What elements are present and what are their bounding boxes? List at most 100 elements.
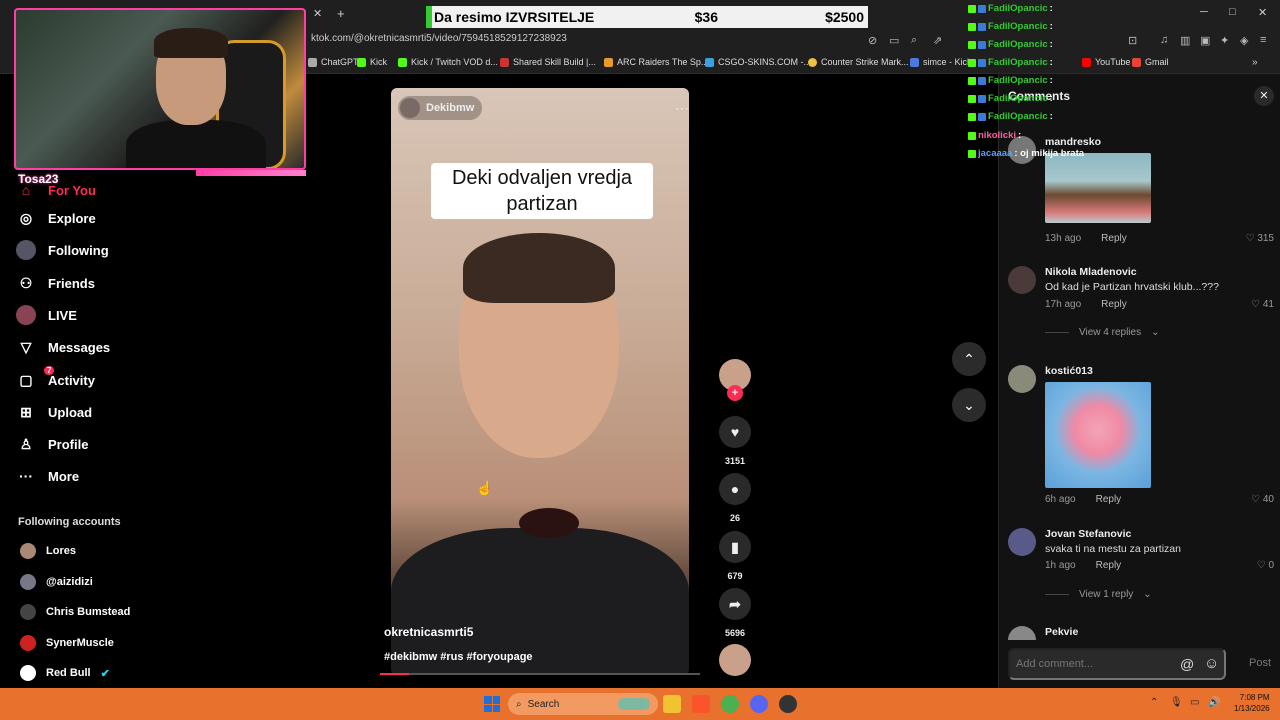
sidebar-item-more[interactable]: ··· More bbox=[16, 466, 79, 486]
bookmark-chatgpt[interactable]: ChatGPT bbox=[308, 57, 359, 67]
like-button[interactable]: ♥ 3151 bbox=[719, 416, 751, 466]
comment-time: 1h ago bbox=[1045, 560, 1076, 571]
sidebar-item-upload[interactable]: ⊞ Upload bbox=[16, 402, 92, 422]
previous-video-button[interactable]: ⌃ bbox=[952, 342, 986, 376]
ai-icon[interactable]: ✦ bbox=[1220, 34, 1229, 47]
reply-button[interactable]: Reply bbox=[1096, 494, 1122, 505]
share-button[interactable]: ➦ 5696 bbox=[719, 588, 751, 638]
show-hidden-icons[interactable]: ⌃ bbox=[1150, 697, 1158, 708]
author-avatar-follow[interactable]: + bbox=[719, 359, 751, 401]
comment-author[interactable]: Nikola Mladenovic bbox=[1045, 266, 1137, 278]
sidebar-item-activity[interactable]: ▢ 7 Activity bbox=[16, 366, 95, 390]
view-replies-button[interactable]: View 1 reply ⌄ bbox=[1045, 589, 1152, 600]
menu-icon[interactable]: ≡ bbox=[1260, 34, 1266, 46]
wallet-icon[interactable]: ▣ bbox=[1200, 34, 1210, 47]
reply-button[interactable]: Reply bbox=[1096, 560, 1122, 571]
maximize-button[interactable]: □ bbox=[1229, 6, 1236, 18]
vpn-icon[interactable]: ◈ bbox=[1240, 34, 1248, 47]
close-window-button[interactable]: ✕ bbox=[1258, 6, 1267, 19]
brave-icon[interactable] bbox=[692, 695, 710, 713]
comment-author[interactable]: mandresko bbox=[1045, 136, 1101, 148]
obs-icon[interactable] bbox=[779, 695, 797, 713]
new-tab-icon[interactable]: + bbox=[337, 6, 345, 21]
donation-goal: $2500 bbox=[825, 9, 864, 25]
comment-meta: 6h ago Reply bbox=[1045, 494, 1121, 505]
view-replies-button[interactable]: View 4 replies ⌄ bbox=[1045, 327, 1159, 338]
emoji-icon[interactable]: ☺ bbox=[1204, 655, 1219, 672]
screenshot-icon[interactable]: ⊡ bbox=[1128, 34, 1137, 47]
following-account[interactable]: Lores bbox=[20, 543, 76, 559]
mention-icon[interactable]: @ bbox=[1180, 656, 1194, 672]
comment-author[interactable]: kostić013 bbox=[1045, 365, 1093, 377]
bookmark-cs-market[interactable]: Counter Strike Mark... bbox=[808, 57, 909, 67]
bookmarks-overflow-icon[interactable]: » bbox=[1252, 57, 1258, 68]
close-comments-icon[interactable]: ✕ bbox=[1254, 86, 1274, 106]
divider bbox=[1045, 332, 1069, 333]
follow-plus-icon[interactable]: + bbox=[727, 385, 743, 401]
share-icon[interactable]: ⇗ bbox=[933, 34, 942, 47]
taskbar-clock[interactable]: 7:08 PM 1/13/2026 bbox=[1234, 692, 1270, 714]
discord-icon[interactable] bbox=[750, 695, 768, 713]
comment-likes[interactable]: ♡ 315 bbox=[1246, 233, 1274, 244]
bookmark-gmail[interactable]: Gmail bbox=[1132, 57, 1169, 67]
no-tracking-icon[interactable]: ⊘ bbox=[868, 34, 877, 47]
chat-text: : bbox=[1049, 93, 1053, 104]
media-icon[interactable]: ♫ bbox=[1160, 34, 1168, 46]
video-author-name[interactable]: okretnicasmrti5 bbox=[384, 625, 473, 639]
following-account[interactable]: @aizidizi bbox=[20, 574, 93, 590]
file-explorer-icon[interactable] bbox=[663, 695, 681, 713]
comment-author[interactable]: Pekvie bbox=[1045, 626, 1078, 638]
following-account[interactable]: SynerMuscle bbox=[20, 635, 114, 651]
bookmark-youtube[interactable]: YouTube bbox=[1082, 57, 1130, 67]
volume-icon[interactable]: 🔊 bbox=[1208, 697, 1220, 708]
chat-message: jacaaaa : oj mikija brata bbox=[968, 148, 1084, 159]
chrome-icon[interactable] bbox=[721, 695, 739, 713]
sidebar-item-live[interactable]: LIVE bbox=[16, 305, 77, 325]
avatar bbox=[20, 574, 36, 590]
chat-badge-icon bbox=[978, 76, 986, 85]
comment-likes[interactable]: ♡ 40 bbox=[1251, 494, 1274, 505]
sidebar-item-explore[interactable]: ◎ Explore bbox=[16, 208, 96, 228]
taskbar-search[interactable]: ⌕ Search bbox=[508, 693, 658, 715]
sidebar-item-profile[interactable]: ♙ Profile bbox=[16, 434, 89, 454]
sound-avatar[interactable] bbox=[719, 644, 751, 684]
sidebar-item-messages[interactable]: ▽ Messages bbox=[16, 337, 111, 357]
following-account[interactable]: Chris Bumstead bbox=[20, 604, 130, 620]
avatar bbox=[1008, 626, 1036, 640]
bookmark-kick-vod[interactable]: Kick / Twitch VOD d... bbox=[398, 57, 498, 67]
close-tab-icon[interactable]: ✕ bbox=[313, 7, 322, 20]
post-comment-button[interactable]: Post bbox=[1249, 657, 1271, 669]
video-author-chip[interactable]: Dekibmw bbox=[398, 96, 483, 120]
reply-button[interactable]: Reply bbox=[1101, 233, 1127, 244]
sidebar-icon[interactable]: ▥ bbox=[1180, 34, 1190, 47]
zoom-icon[interactable]: ⌕ bbox=[911, 34, 917, 47]
video-options-icon[interactable]: ⋯ bbox=[675, 100, 689, 117]
chatgpt-icon bbox=[308, 57, 317, 67]
save-button[interactable]: ▮ 679 bbox=[719, 531, 751, 581]
friends-icon: ⚇ bbox=[19, 274, 33, 291]
start-icon[interactable] bbox=[484, 696, 500, 712]
microphone-icon[interactable]: 🎙 bbox=[1170, 697, 1183, 708]
comment-author[interactable]: Jovan Stefanovic bbox=[1045, 528, 1131, 540]
bookmark-arc-raiders[interactable]: ARC Raiders The Sp... bbox=[604, 57, 708, 67]
chat-text: : bbox=[1049, 39, 1053, 50]
reply-button[interactable]: Reply bbox=[1101, 299, 1127, 310]
following-account[interactable]: Red Bull ✔ bbox=[20, 665, 110, 681]
next-video-button[interactable]: ⌄ bbox=[952, 388, 986, 422]
bookmark-csgo-skins[interactable]: CSGO-SKINS.COM -... bbox=[705, 57, 811, 67]
sidebar-item-friends[interactable]: ⚇ Friends bbox=[16, 273, 95, 293]
url-text[interactable]: ktok.com/@okretnicasmrti5/video/75945185… bbox=[311, 33, 567, 44]
bookmark-simce[interactable]: simce - Kick bbox=[910, 57, 972, 67]
chat-badge-icon bbox=[968, 40, 976, 49]
bookmark-skill-build[interactable]: Shared Skill Build |... bbox=[500, 57, 596, 67]
sidebar-item-following[interactable]: Following bbox=[16, 240, 109, 260]
cast-icon[interactable]: ▭ bbox=[889, 34, 899, 47]
video-progress[interactable] bbox=[380, 673, 700, 675]
minimize-button[interactable]: ─ bbox=[1200, 6, 1208, 18]
comment-button[interactable]: ● 26 bbox=[719, 473, 751, 523]
comment-likes[interactable]: ♡ 41 bbox=[1251, 299, 1274, 310]
network-icon[interactable]: ▭ bbox=[1190, 697, 1199, 708]
bookmark-kick[interactable]: Kick bbox=[357, 57, 387, 67]
comment-likes[interactable]: ♡ 0 bbox=[1257, 560, 1274, 571]
video-hashtags[interactable]: #dekibmw #rus #foryoupage bbox=[384, 651, 533, 663]
